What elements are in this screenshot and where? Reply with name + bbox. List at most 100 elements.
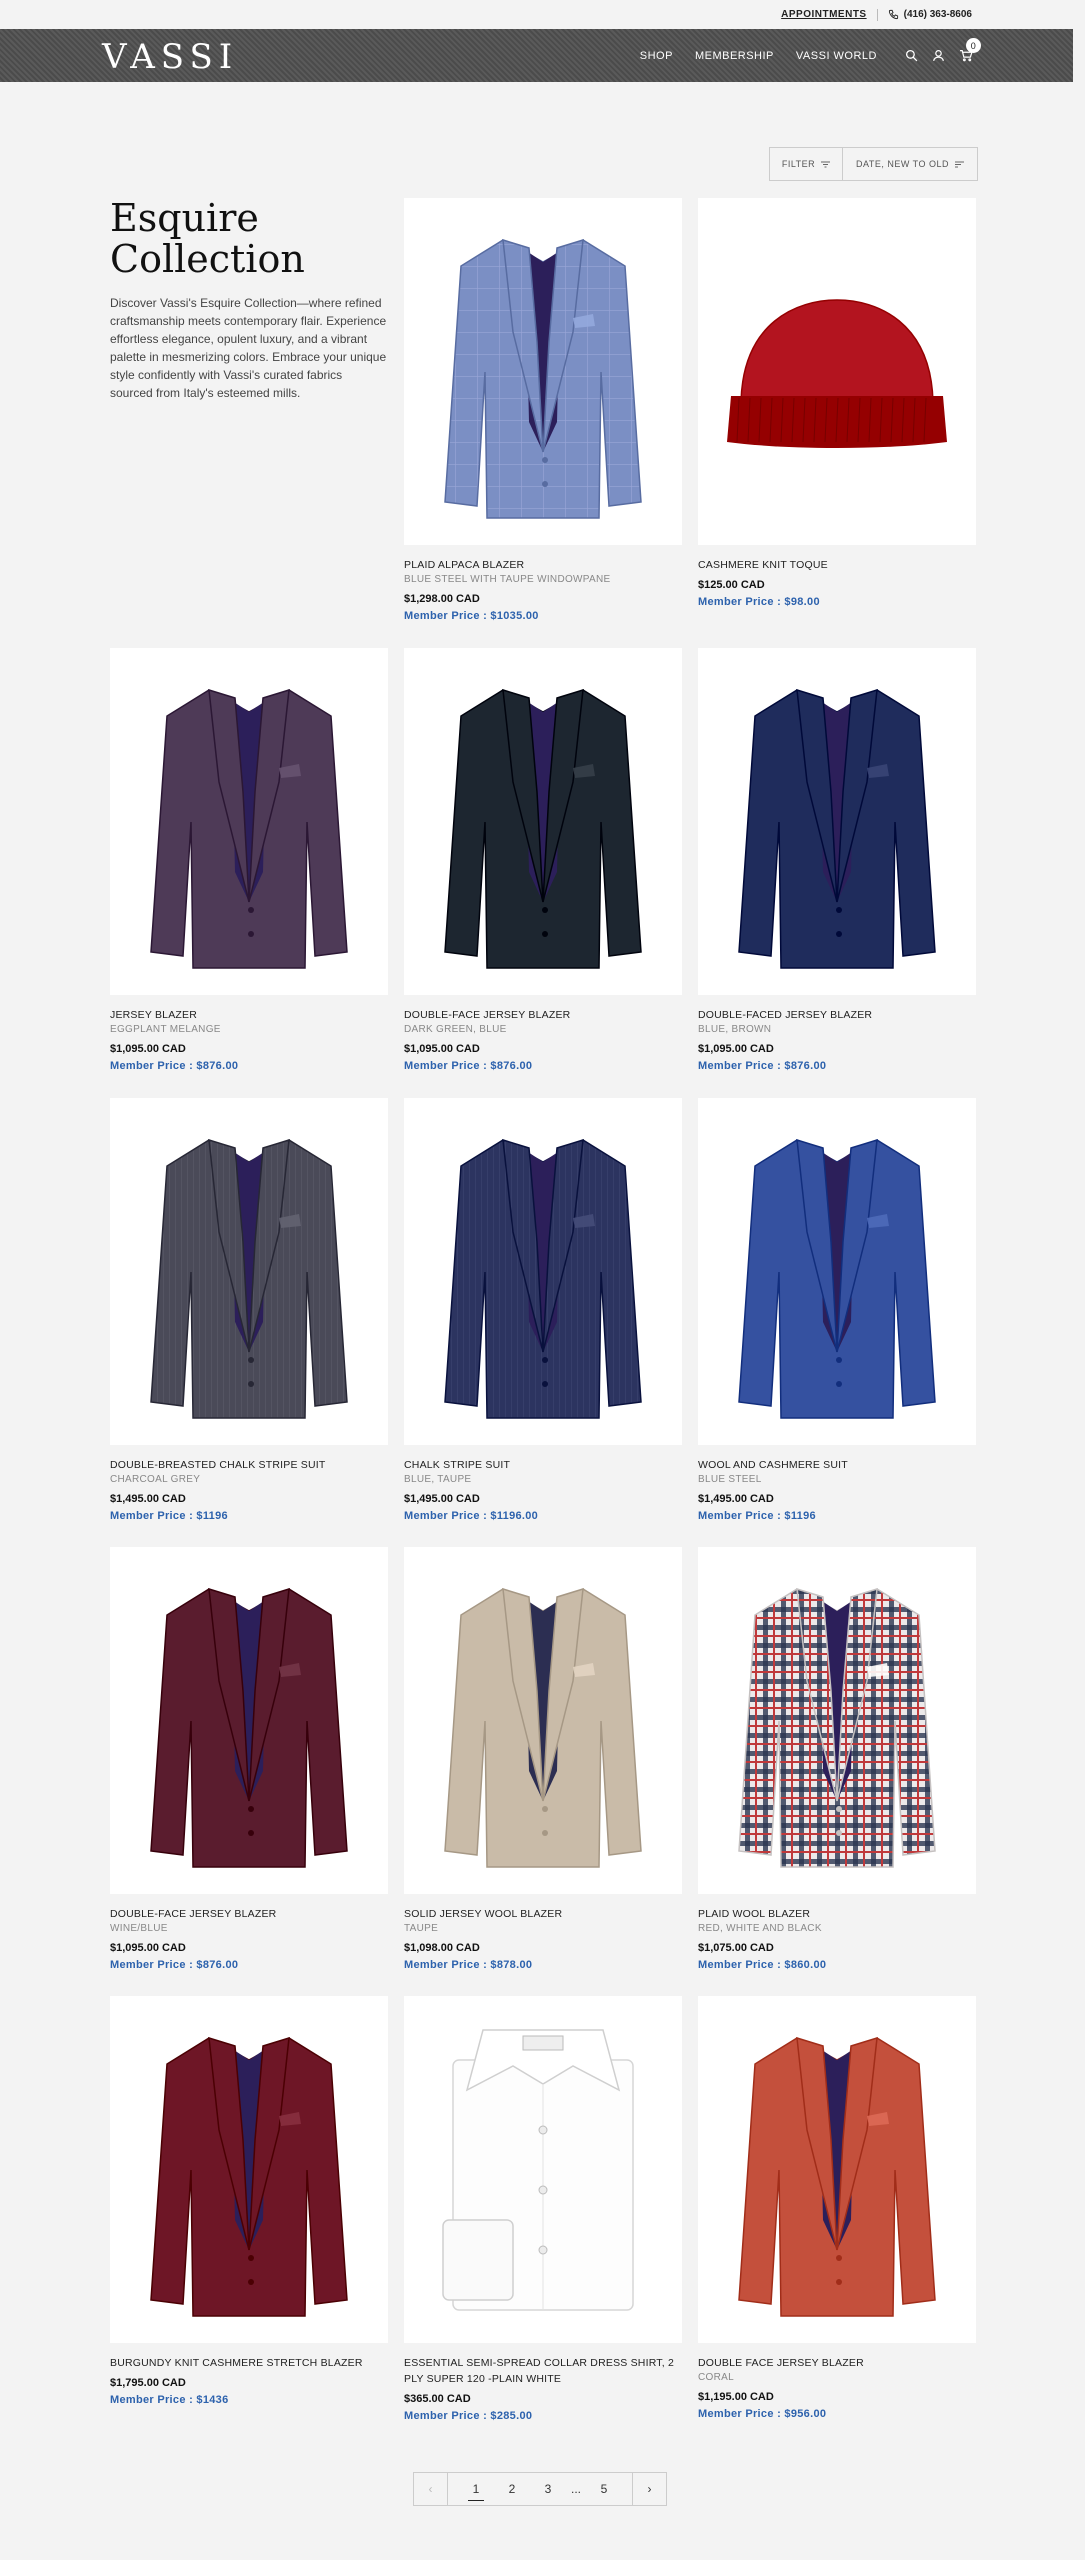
product-image[interactable] <box>404 1098 682 1445</box>
product-image[interactable] <box>404 198 682 545</box>
utility-bar: APPOINTMENTS (416) 363-8606 <box>0 0 1073 29</box>
product-name[interactable]: PLAID WOOL BLAZER <box>698 1906 976 1922</box>
product-image-jacket <box>150 688 348 969</box>
search-icon[interactable] <box>905 49 918 62</box>
product-image-jacket <box>150 1138 348 1419</box>
product-image-shirt <box>442 2028 634 2311</box>
product-card[interactable]: BURGUNDY KNIT CASHMERE STRETCH BLAZER $1… <box>110 1996 388 2409</box>
product-price: $1,795.00 CAD <box>110 2377 186 2389</box>
product-name[interactable]: JERSEY BLAZER <box>110 1007 388 1023</box>
product-price: $1,298.00 CAD <box>404 593 480 605</box>
product-price: $1,095.00 CAD <box>110 1043 186 1055</box>
phone-icon <box>888 9 898 20</box>
product-image-jacket <box>738 1138 936 1419</box>
product-name[interactable]: SOLID JERSEY WOOL BLAZER <box>404 1906 682 1922</box>
product-name[interactable]: CASHMERE KNIT TOQUE <box>698 557 976 573</box>
member-price: Member Price : $98.00 <box>698 596 820 608</box>
collection-description: Discover Vassi's Esquire Collection—wher… <box>110 296 387 400</box>
product-name[interactable]: DOUBLE-BREASTED CHALK STRIPE SUIT <box>110 1457 388 1473</box>
product-price: $1,095.00 CAD <box>404 1043 480 1055</box>
page-1[interactable]: 1 <box>458 2473 494 2505</box>
product-image-jacket <box>444 688 642 969</box>
product-card[interactable]: WOOL AND CASHMERE SUIT BLUE STEEL $1,495… <box>698 1098 976 1525</box>
product-name[interactable]: ESSENTIAL SEMI-SPREAD COLLAR DRESS SHIRT… <box>404 2355 682 2387</box>
sort-dropdown[interactable]: DATE, NEW TO OLD <box>843 148 977 180</box>
product-image-jacket <box>444 1138 642 1419</box>
product-color: CORAL <box>698 2372 734 2383</box>
product-image[interactable] <box>698 1547 976 1894</box>
product-image[interactable] <box>110 1547 388 1894</box>
product-image[interactable] <box>404 1547 682 1894</box>
product-card[interactable]: PLAID WOOL BLAZER RED, WHITE AND BLACK $… <box>698 1547 976 1974</box>
member-price: Member Price : $878.00 <box>404 1959 533 1971</box>
product-color: EGGPLANT MELANGE <box>110 1024 221 1035</box>
product-image-jacket <box>738 1587 936 1868</box>
page-5[interactable]: 5 <box>586 2473 622 2505</box>
product-card[interactable]: PLAID ALPACA BLAZER BLUE STEEL WITH TAUP… <box>404 198 682 625</box>
product-image[interactable] <box>698 1098 976 1445</box>
product-card[interactable]: DOUBLE-FACE JERSEY BLAZER DARK GREEN, BL… <box>404 648 682 1075</box>
product-card[interactable]: DOUBLE-FACE JERSEY BLAZER WINE/BLUE $1,0… <box>110 1547 388 1974</box>
page-3[interactable]: 3 <box>530 2473 566 2505</box>
product-card[interactable]: ESSENTIAL SEMI-SPREAD COLLAR DRESS SHIRT… <box>404 1996 682 2425</box>
product-name[interactable]: BURGUNDY KNIT CASHMERE STRETCH BLAZER <box>110 2355 388 2371</box>
product-price: $1,495.00 CAD <box>404 1493 480 1505</box>
product-image[interactable] <box>404 1996 682 2343</box>
product-image-jacket <box>444 1587 642 1868</box>
product-image-jacket <box>738 688 936 969</box>
product-card[interactable]: SOLID JERSEY WOOL BLAZER TAUPE $1,098.00… <box>404 1547 682 1974</box>
product-image-jacket <box>150 2036 348 2317</box>
prev-page-button[interactable]: ‹ <box>414 2473 448 2505</box>
product-image[interactable] <box>698 198 976 545</box>
logo[interactable]: VASSI <box>102 37 238 77</box>
nav-membership[interactable]: MEMBERSHIP <box>695 50 774 62</box>
nav-vassi-world[interactable]: VASSI WORLD <box>796 50 877 62</box>
cart-button[interactable]: 0 <box>959 38 981 62</box>
product-color: BLUE STEEL <box>698 1474 762 1485</box>
product-price: $1,095.00 CAD <box>698 1043 774 1055</box>
nav-shop[interactable]: SHOP <box>640 50 673 62</box>
product-image-toque <box>727 298 947 448</box>
product-card[interactable]: CHALK STRIPE SUIT BLUE, TAUPE $1,495.00 … <box>404 1098 682 1525</box>
product-name[interactable]: DOUBLE-FACE JERSEY BLAZER <box>110 1906 388 1922</box>
next-page-button[interactable]: › <box>632 2473 666 2505</box>
page-2[interactable]: 2 <box>494 2473 530 2505</box>
product-image[interactable] <box>110 648 388 995</box>
product-color: WINE/BLUE <box>110 1923 168 1934</box>
member-price: Member Price : $1436 <box>110 2394 229 2406</box>
product-card[interactable]: DOUBLE-BREASTED CHALK STRIPE SUIT CHARCO… <box>110 1098 388 1525</box>
collection-title: Esquire Collection <box>110 198 388 280</box>
header-icons: 0 <box>905 38 981 62</box>
collection-toolbar: FILTER DATE, NEW TO OLD <box>769 147 978 181</box>
product-price: $1,095.00 CAD <box>110 1942 186 1954</box>
product-image[interactable] <box>404 648 682 995</box>
collection-title-line1: Esquire <box>110 196 259 240</box>
product-color: TAUPE <box>404 1923 439 1934</box>
product-name[interactable]: DOUBLE-FACED JERSEY BLAZER <box>698 1007 976 1023</box>
product-card[interactable]: DOUBLE FACE JERSEY BLAZER CORAL $1,195.0… <box>698 1996 976 2423</box>
product-name[interactable]: DOUBLE-FACE JERSEY BLAZER <box>404 1007 682 1023</box>
phone-number: (416) 363-8606 <box>903 9 972 20</box>
product-image[interactable] <box>698 648 976 995</box>
member-price: Member Price : $1196.00 <box>404 1510 539 1522</box>
product-image[interactable] <box>110 1098 388 1445</box>
product-image[interactable] <box>698 1996 976 2343</box>
product-price: $1,075.00 CAD <box>698 1942 774 1954</box>
product-card[interactable]: JERSEY BLAZER EGGPLANT MELANGE $1,095.00… <box>110 648 388 1075</box>
product-image[interactable] <box>110 1996 388 2343</box>
member-price: Member Price : $1196 <box>698 1510 816 1522</box>
product-name[interactable]: DOUBLE FACE JERSEY BLAZER <box>698 2355 976 2371</box>
product-price: $1,495.00 CAD <box>110 1493 186 1505</box>
filter-button[interactable]: FILTER <box>770 148 843 180</box>
member-price: Member Price : $876.00 <box>110 1060 239 1072</box>
account-icon[interactable] <box>932 49 945 62</box>
product-name[interactable]: WOOL AND CASHMERE SUIT <box>698 1457 976 1473</box>
product-name[interactable]: CHALK STRIPE SUIT <box>404 1457 682 1473</box>
phone-link[interactable]: (416) 363-8606 <box>888 9 972 20</box>
product-card[interactable]: CASHMERE KNIT TOQUE $125.00 CAD Member P… <box>698 198 976 611</box>
member-price: Member Price : $876.00 <box>404 1060 533 1072</box>
member-price: Member Price : $1035.00 <box>404 610 539 622</box>
appointments-link[interactable]: APPOINTMENTS <box>781 9 866 20</box>
product-name[interactable]: PLAID ALPACA BLAZER <box>404 557 682 573</box>
product-card[interactable]: DOUBLE-FACED JERSEY BLAZER BLUE, BROWN $… <box>698 648 976 1075</box>
